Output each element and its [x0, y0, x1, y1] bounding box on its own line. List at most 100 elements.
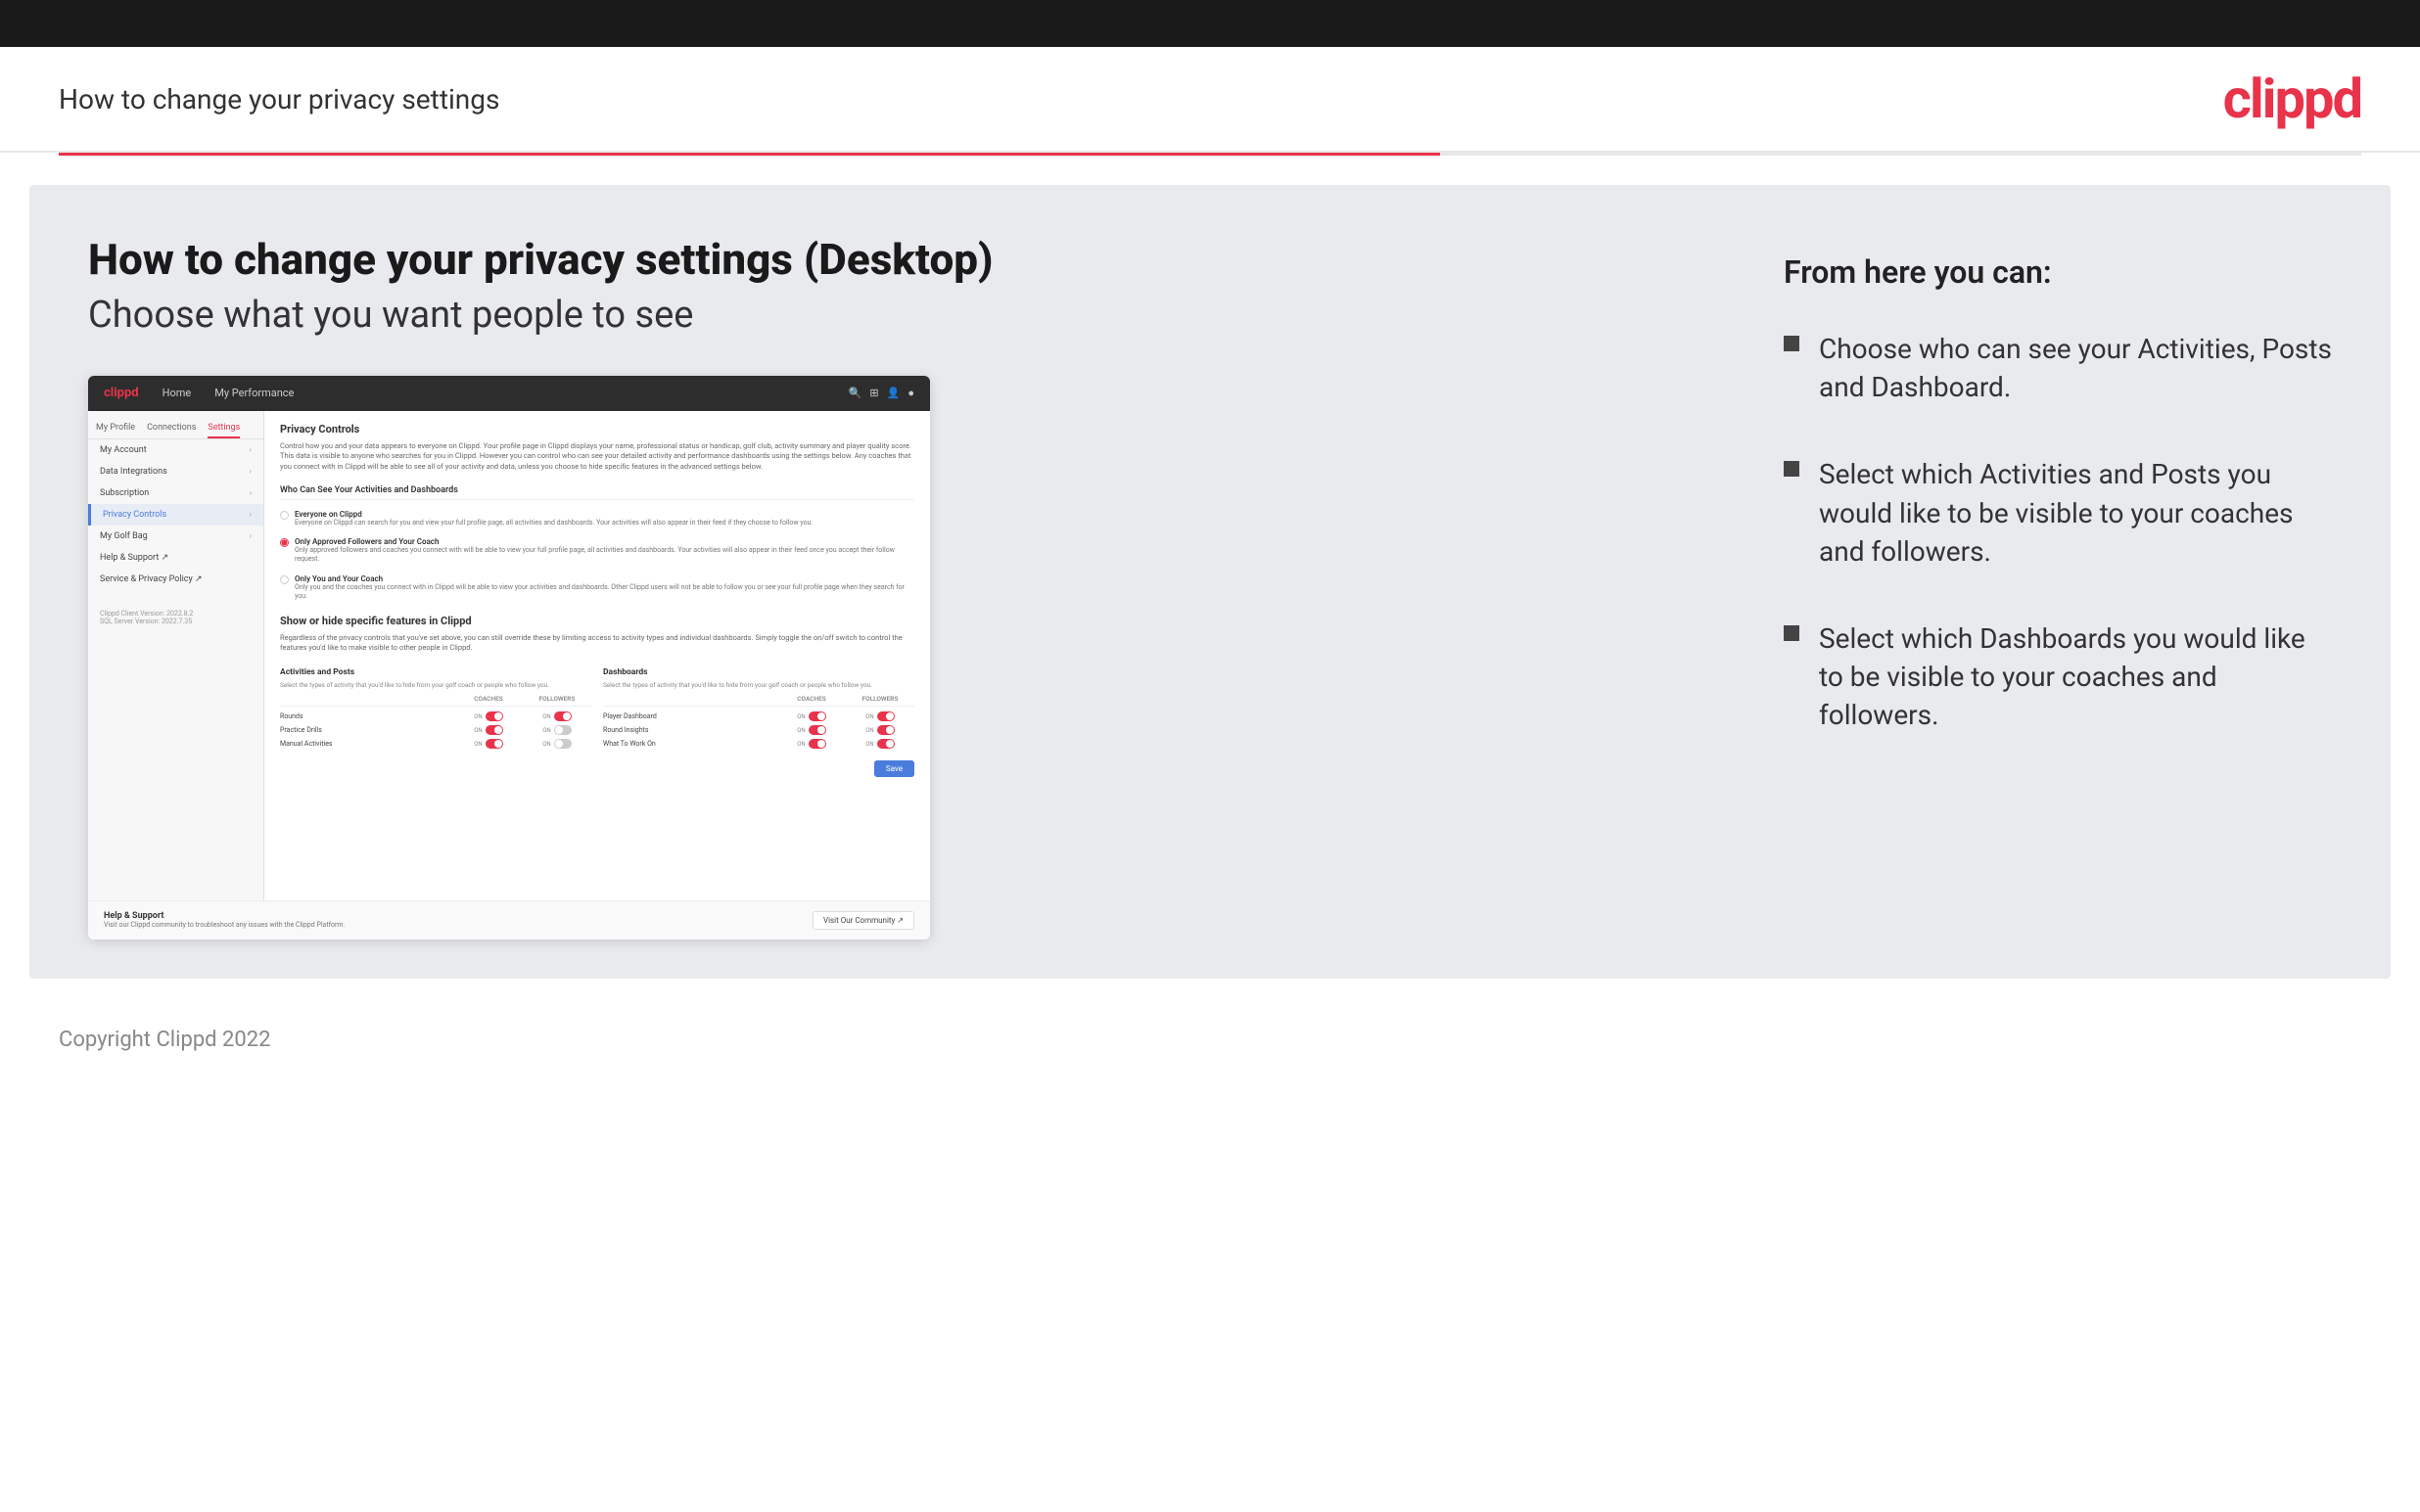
mock-sidebar-privacy-policy[interactable]: Service & Privacy Policy ↗	[88, 569, 263, 590]
mock-rounds-followers-toggle[interactable]	[554, 711, 572, 721]
mock-sidebar-tabs: My Profile Connections Settings	[88, 419, 263, 439]
mock-radio-button-everyone[interactable]	[280, 511, 289, 520]
mock-radio-label-followers: Only Approved Followers and Your Coach	[295, 537, 914, 546]
mock-sidebar-subscription[interactable]: Subscription ›	[88, 482, 263, 504]
mock-toggle-row-rounds: Rounds ON ON	[280, 710, 591, 723]
mock-toggle-row-round-insights: Round Insights ON ON	[603, 723, 914, 737]
mock-radio-desc-everyone: Everyone on Clippd can search for you an…	[295, 519, 813, 527]
mock-insights-coaches-toggle[interactable]	[809, 725, 826, 735]
mock-rounds-coaches-toggle[interactable]	[486, 711, 503, 721]
mock-tab-profile[interactable]: My Profile	[96, 423, 135, 438]
mock-sidebar-data-integrations[interactable]: Data Integrations ›	[88, 461, 263, 482]
mock-main-panel: Privacy Controls Control how you and you…	[264, 411, 930, 900]
mock-player-followers-toggle[interactable]	[877, 711, 895, 721]
mock-sidebar-label: My Golf Bag	[100, 531, 148, 541]
bullet-item-2: Select which Activities and Posts you wo…	[1784, 455, 2332, 571]
chevron-right-icon: ›	[250, 531, 252, 540]
mock-help-title: Help & Support	[104, 911, 345, 921]
mock-toggle-row-practice: Practice Drills ON ON	[280, 723, 591, 737]
mock-nav-icons: 🔍 ⊞ 👤 ●	[849, 387, 914, 399]
top-bar	[0, 0, 2420, 47]
mock-sidebar-label: Help & Support ↗	[100, 553, 168, 563]
mock-sidebar-my-account[interactable]: My Account ›	[88, 439, 263, 461]
page-heading: How to change your privacy settings (Des…	[88, 234, 1725, 286]
mock-tab-settings[interactable]: Settings	[208, 423, 240, 438]
mock-radio-desc-coach: Only you and the coaches you connect wit…	[295, 583, 914, 601]
mock-toggle-row-manual: Manual Activities ON ON	[280, 737, 591, 751]
mock-dashboards-title: Dashboards	[603, 667, 914, 677]
mock-sidebar-golf-bag[interactable]: My Golf Bag ›	[88, 526, 263, 547]
mock-manual-followers-toggle[interactable]	[554, 739, 572, 749]
mock-radio-label-everyone: Everyone on Clippd	[295, 510, 813, 519]
mock-activities-table: Activities and Posts Select the types of…	[280, 667, 591, 751]
grid-icon: ⊞	[869, 387, 878, 399]
mock-sidebar-label: Service & Privacy Policy ↗	[100, 574, 203, 584]
mock-radio-desc-followers: Only approved followers and coaches you …	[295, 546, 914, 564]
mock-activities-header: COACHES FOLLOWERS	[280, 695, 591, 707]
chevron-right-icon: ›	[250, 467, 252, 476]
mock-radio-button-followers[interactable]	[280, 538, 289, 547]
bullet-list: Choose who can see your Activities, Post…	[1784, 330, 2332, 735]
mock-radio-everyone[interactable]: Everyone on Clippd Everyone on Clippd ca…	[280, 510, 914, 527]
mock-activities-desc: Select the types of activity that you'd …	[280, 681, 591, 689]
mock-sidebar-label: Subscription	[100, 488, 149, 498]
mock-tab-connections[interactable]: Connections	[147, 423, 196, 438]
mock-insights-followers-toggle[interactable]	[877, 725, 895, 735]
mock-radio-coach[interactable]: Only You and Your Coach Only you and the…	[280, 574, 914, 601]
mock-save-button[interactable]: Save	[874, 760, 914, 777]
right-section: From here you can: Choose who can see yo…	[1784, 234, 2332, 939]
mock-sidebar-version: Clippd Client Version: 2022.8.2SQL Serve…	[88, 602, 263, 633]
mock-privacy-title: Privacy Controls	[280, 423, 914, 435]
mock-toggle-row-player-dash: Player Dashboard ON ON	[603, 710, 914, 723]
chevron-right-icon: ›	[250, 445, 252, 454]
left-section: How to change your privacy settings (Des…	[88, 234, 1725, 939]
mock-dashboards-table: Dashboards Select the types of activity …	[603, 667, 914, 751]
mock-visit-community-button[interactable]: Visit Our Community ↗	[813, 911, 914, 930]
mock-player-coaches-toggle[interactable]	[809, 711, 826, 721]
mock-toggle-tables: Activities and Posts Select the types of…	[280, 667, 914, 751]
mock-col-coaches: COACHES	[454, 695, 523, 703]
mock-work-followers-toggle[interactable]	[877, 739, 895, 749]
mock-show-hide-title: Show or hide specific features in Clippd	[280, 615, 914, 627]
mock-practice-followers-toggle[interactable]	[554, 725, 572, 735]
mock-col-followers: FOLLOWERS	[523, 695, 591, 703]
screenshot-mockup: clippd Home My Performance 🔍 ⊞ 👤 ● My Pr…	[88, 376, 930, 939]
mock-sidebar-privacy-controls[interactable]: Privacy Controls ›	[88, 504, 263, 526]
header-underline	[59, 153, 2361, 156]
bullet-marker-3	[1784, 625, 1799, 641]
bullet-text-1: Choose who can see your Activities, Post…	[1819, 330, 2332, 406]
search-icon: 🔍	[849, 387, 862, 399]
bullet-text-3: Select which Dashboards you would like t…	[1819, 619, 2332, 735]
mock-navbar: clippd Home My Performance 🔍 ⊞ 👤 ●	[88, 376, 930, 411]
header-title: How to change your privacy settings	[59, 83, 499, 115]
bullet-item-3: Select which Dashboards you would like t…	[1784, 619, 2332, 735]
footer: Copyright Clippd 2022	[0, 1008, 2420, 1072]
mock-help-desc: Visit our Clippd community to troublesho…	[104, 921, 345, 929]
bullet-item-1: Choose who can see your Activities, Post…	[1784, 330, 2332, 406]
mock-dash-col-followers: FOLLOWERS	[846, 695, 914, 703]
person-icon: 👤	[887, 387, 901, 399]
chevron-right-icon: ›	[250, 510, 252, 519]
mock-nav-home: Home	[163, 387, 192, 399]
mock-sidebar-help[interactable]: Help & Support ↗	[88, 547, 263, 569]
mock-radio-followers[interactable]: Only Approved Followers and Your Coach O…	[280, 537, 914, 564]
mock-radio-group: Everyone on Clippd Everyone on Clippd ca…	[280, 510, 914, 600]
mock-nav-performance: My Performance	[214, 387, 294, 399]
mock-dashboards-header: COACHES FOLLOWERS	[603, 695, 914, 707]
main-content: How to change your privacy settings (Des…	[29, 185, 2391, 979]
mock-sidebar-label: Data Integrations	[100, 467, 167, 477]
page-subheading: Choose what you want people to see	[88, 294, 1725, 337]
mock-practice-coaches-toggle[interactable]	[486, 725, 503, 735]
mock-app-logo: clippd	[104, 386, 139, 400]
mock-work-coaches-toggle[interactable]	[809, 739, 826, 749]
mock-who-can-see-title: Who Can See Your Activities and Dashboar…	[280, 485, 914, 500]
mock-help-section: Help & Support Visit our Clippd communit…	[88, 900, 930, 939]
mock-radio-button-coach[interactable]	[280, 575, 289, 584]
mock-radio-label-coach: Only You and Your Coach	[295, 574, 914, 583]
bullet-marker-1	[1784, 336, 1799, 351]
mock-privacy-desc: Control how you and your data appears to…	[280, 441, 914, 473]
mock-manual-coaches-toggle[interactable]	[486, 739, 503, 749]
mock-sidebar-label: Privacy Controls	[103, 510, 166, 520]
mock-sidebar: My Profile Connections Settings My Accou…	[88, 411, 264, 900]
logo: clippd	[2223, 67, 2361, 131]
